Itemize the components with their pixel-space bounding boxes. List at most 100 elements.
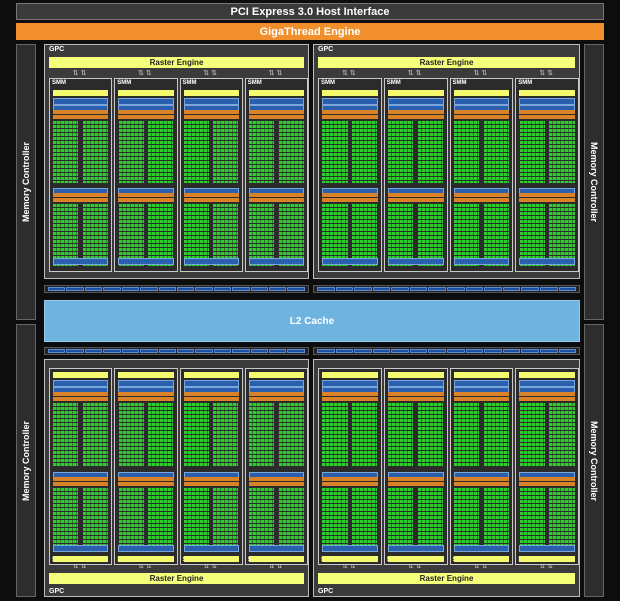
smm-orange-bar — [519, 110, 575, 114]
cuda-core-grid — [453, 203, 480, 266]
smm-orange-bar — [453, 481, 510, 486]
smm-orange-bar — [453, 115, 510, 119]
smm-blue-bar — [183, 380, 239, 387]
bus-segment — [103, 287, 121, 291]
smm-blue-bar — [53, 380, 109, 387]
double-arrow-icon: ⇅ ⇅ — [268, 70, 283, 77]
cuda-core-grid — [249, 120, 275, 183]
memory-controller-top-right: Memory Controller — [584, 44, 604, 320]
smm-blue-bar — [183, 545, 239, 552]
smm-half — [351, 486, 379, 551]
double-arrow-icon: ⇅ ⇅ — [473, 70, 488, 77]
smm-half — [248, 402, 276, 467]
smm-half — [416, 402, 445, 467]
smm-blue-bar — [453, 380, 510, 387]
smm-orange-bar — [183, 115, 239, 119]
bus-segment — [521, 287, 539, 291]
smm-orange-bar — [387, 198, 444, 202]
cuda-core-grid — [453, 402, 480, 467]
smm-half — [452, 120, 481, 183]
cuda-core-grid — [82, 402, 108, 467]
bus-segment — [428, 287, 447, 291]
smm-orange-bar — [118, 392, 174, 396]
smm-label: SMM — [518, 80, 533, 86]
smm-orange-bar — [183, 193, 239, 197]
smm-half — [212, 203, 240, 266]
smm-yellow-bar — [53, 90, 109, 96]
cuda-core-grid — [519, 486, 545, 551]
smm-yellow-bar — [519, 556, 575, 562]
cuda-core-grid — [549, 486, 575, 551]
smm-orange-bar — [118, 110, 174, 114]
smm-half — [248, 486, 276, 551]
smm-orange-bar — [519, 115, 575, 119]
smm-half — [182, 402, 210, 467]
double-arrow-icon: ⇅ ⇅ — [407, 70, 422, 77]
memory-controller-top-left: Memory Controller — [16, 44, 36, 320]
cuda-core-grid — [118, 120, 144, 183]
bus-segment — [539, 349, 558, 353]
smm-orange-bar — [248, 392, 304, 396]
bus-segment — [140, 349, 158, 353]
smm-block: SMM — [114, 368, 178, 565]
cuda-core-grid — [352, 486, 378, 551]
smm-orange-bar — [118, 481, 174, 486]
smm-yellow-bar — [183, 372, 239, 378]
cuda-core-grid — [352, 120, 378, 183]
smm-block: SMM — [318, 368, 382, 565]
smm-half — [351, 120, 379, 183]
bus-segment — [48, 349, 66, 353]
bus-segment — [558, 287, 577, 291]
smm-orange-bar — [453, 110, 510, 114]
cuda-core-grid — [519, 203, 545, 266]
cuda-core-grid — [148, 120, 174, 183]
smm-blue-bar — [387, 258, 444, 265]
smm-blue-bar — [183, 258, 239, 265]
cuda-core-grid — [53, 402, 79, 467]
cuda-core-grid — [82, 120, 108, 183]
smm-half — [387, 402, 415, 467]
smm-orange-bar — [248, 198, 304, 202]
smm-yellow-bar — [387, 372, 444, 378]
double-arrow-icon: ⇅ ⇅ — [138, 70, 152, 77]
bus-segment — [447, 287, 465, 291]
smm-orange-bar — [453, 193, 510, 197]
smm-yellow-bar — [519, 372, 575, 378]
cuda-core-grid — [483, 120, 509, 183]
cuda-core-grid — [549, 402, 575, 467]
cuda-core-grid — [82, 203, 108, 266]
bus-segment — [372, 287, 391, 291]
smm-orange-bar — [248, 397, 304, 401]
smm-orange-bar — [248, 193, 304, 197]
smm-label: SMM — [52, 80, 66, 86]
smm-orange-bar — [118, 115, 174, 119]
raster-engine-label: Raster Engine — [419, 58, 474, 67]
smm-orange-bar — [53, 481, 109, 486]
smm-half — [277, 402, 305, 467]
smm-yellow-bar — [118, 372, 174, 378]
smm-orange-bar — [519, 392, 575, 396]
smm-half — [482, 486, 510, 551]
bus-row — [313, 285, 580, 293]
smm-half — [52, 120, 80, 183]
smm-label: SMM — [117, 80, 132, 86]
smm-orange-bar — [387, 397, 444, 401]
smm-half — [212, 402, 240, 467]
smm-blue-bar — [322, 98, 378, 105]
smm-label: SMM — [321, 80, 335, 86]
cuda-core-grid — [417, 486, 444, 551]
bus-segment — [484, 287, 502, 291]
smm-block: SMM — [449, 368, 514, 565]
cuda-core-grid — [388, 402, 414, 467]
smm-orange-bar — [322, 392, 378, 396]
smm-yellow-bar — [53, 556, 109, 562]
smm-half — [277, 486, 305, 551]
cuda-core-grid — [278, 120, 304, 183]
bus-segment — [269, 349, 287, 353]
bus-segment — [103, 349, 121, 353]
smm-orange-bar — [53, 397, 109, 401]
smm-yellow-bar — [322, 90, 378, 96]
bus-row — [44, 285, 309, 293]
cuda-core-grid — [118, 203, 144, 266]
smm-orange-bar — [387, 115, 444, 119]
